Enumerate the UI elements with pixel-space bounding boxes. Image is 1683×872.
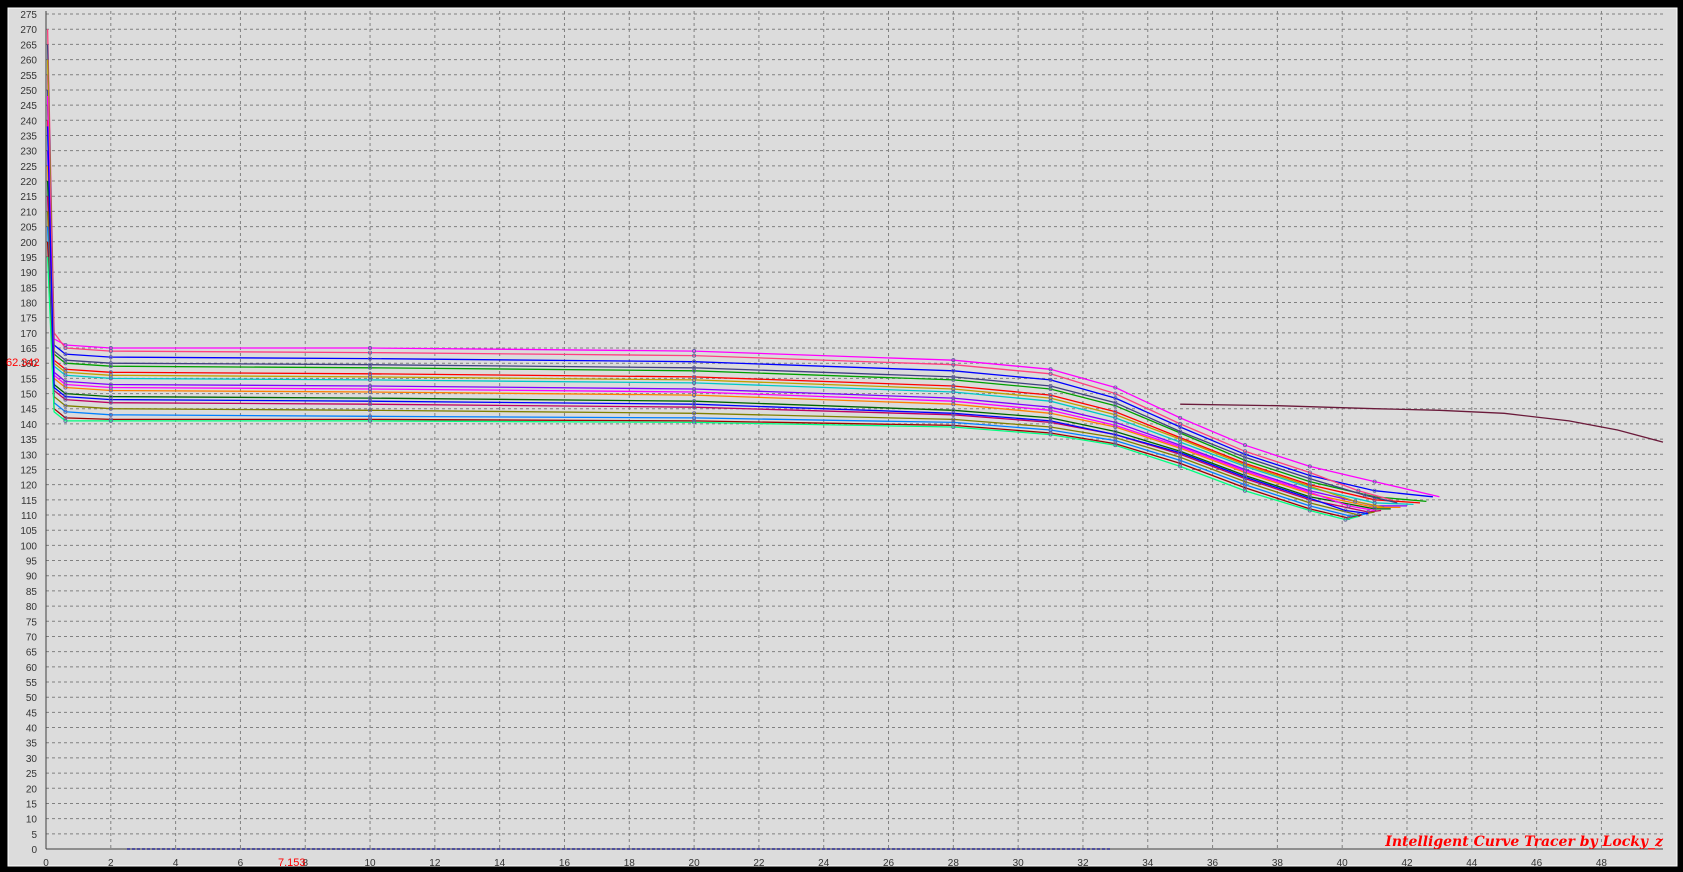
x-tick-label: 40 [1337,858,1349,869]
y-tick-label: 120 [20,481,37,492]
y-tick-label: 210 [20,207,37,218]
y-tick-label: 265 [20,40,37,51]
y-tick-label: 45 [26,708,38,719]
y-tick-label: 185 [20,283,37,294]
x-tick-label: 18 [624,858,636,869]
x-tick-label: 16 [559,858,571,869]
y-tick-label: 80 [26,602,38,613]
y-tick-label: 60 [26,663,38,674]
y-tick-label: 130 [20,450,37,461]
y-tick-label: 95 [26,557,38,568]
y-tick-label: 90 [26,572,38,583]
x-tick-label: 4 [173,858,179,869]
y-tick-label: 260 [20,56,37,67]
x-tick-label: 12 [429,858,441,869]
x-tick-label: 32 [1077,858,1089,869]
x-tick-label: 46 [1531,858,1543,869]
y-tick-label: 85 [26,587,38,598]
x-tick-label: 44 [1466,858,1478,869]
y-tick-label: 105 [20,526,37,537]
y-tick-label: 190 [20,268,37,279]
x-tick-label: 14 [494,858,506,869]
x-tick-label: 30 [1013,858,1025,869]
y-tick-label: 180 [20,298,37,309]
y-tick-label: 245 [20,101,37,112]
y-tick-label: 115 [21,496,37,507]
y-tick-label: 35 [26,739,38,750]
x-tick-label: 6 [238,858,244,869]
curve-tracer-chart[interactable]: 0510152025303540455055606570758085909510… [0,0,1683,872]
x-tick-label: 28 [948,858,960,869]
y-tick-label: 110 [21,511,37,522]
x-tick-label: 10 [364,858,376,869]
plot-area [7,7,1678,867]
y-tick-label: 200 [20,238,37,249]
y-tick-label: 10 [26,815,38,826]
y-tick-label: 220 [20,177,37,188]
y-tick-label: 205 [20,223,37,234]
y-tick-label: 5 [31,830,37,841]
y-tick-label: 125 [20,465,37,476]
y-tick-label: 215 [20,192,37,203]
y-tick-label: 240 [20,116,37,127]
y-tick-label: 65 [26,648,38,659]
x-tick-label: 42 [1401,858,1413,869]
y-tick-label: 55 [26,678,38,689]
y-tick-label: 175 [20,314,37,325]
chart-frame: 0 5 10 15 20 25 30 35 40 45 50 55 60 65 70 75 80 85 90 95 10… [0,0,1683,872]
watermark: Intelligent Curve Tracer by Locky_z [1384,834,1664,850]
y-tick-label: 230 [20,147,37,158]
y-tick-label: 100 [20,541,37,552]
cursor-x-readout: 7.153 [278,857,306,869]
x-tick-label: 36 [1207,858,1219,869]
y-tick-label: 195 [20,253,37,264]
x-tick-label: 20 [689,858,701,869]
x-tick-label: 2 [108,858,114,869]
y-tick-label: 255 [20,71,37,82]
y-tick-label: 25 [26,769,38,780]
x-tick-label: 48 [1596,858,1608,869]
y-tick-label: 40 [26,724,38,735]
x-tick-label: 38 [1272,858,1284,869]
y-tick-label: 75 [26,617,38,628]
y-tick-label: 235 [20,131,37,142]
y-tick-label: 170 [20,329,37,340]
y-tick-label: 250 [20,86,37,97]
y-tick-label: 30 [26,754,38,765]
y-tick-label: 275 [20,10,37,21]
y-tick-label: 135 [20,435,37,446]
y-tick-label: 70 [26,632,38,643]
y-tick-label: 150 [20,390,37,401]
y-tick-label: 15 [26,799,38,810]
y-tick-label: 225 [20,162,37,173]
y-tick-label: 140 [20,420,37,431]
x-tick-label: 26 [883,858,895,869]
cursor-y-readout: 62.342 [6,357,40,369]
y-tick-label: 270 [20,25,37,36]
y-tick-label: 20 [26,784,38,795]
y-tick-label: 145 [20,405,37,416]
y-tick-label: 50 [26,693,38,704]
x-tick-label: 24 [818,858,830,869]
x-tick-label: 22 [753,858,765,869]
x-tick-label: 0 [43,858,49,869]
y-tick-label: 165 [20,344,37,355]
y-tick-label: 155 [20,374,37,385]
y-tick-label: 0 [31,845,37,856]
x-tick-label: 34 [1142,858,1154,869]
